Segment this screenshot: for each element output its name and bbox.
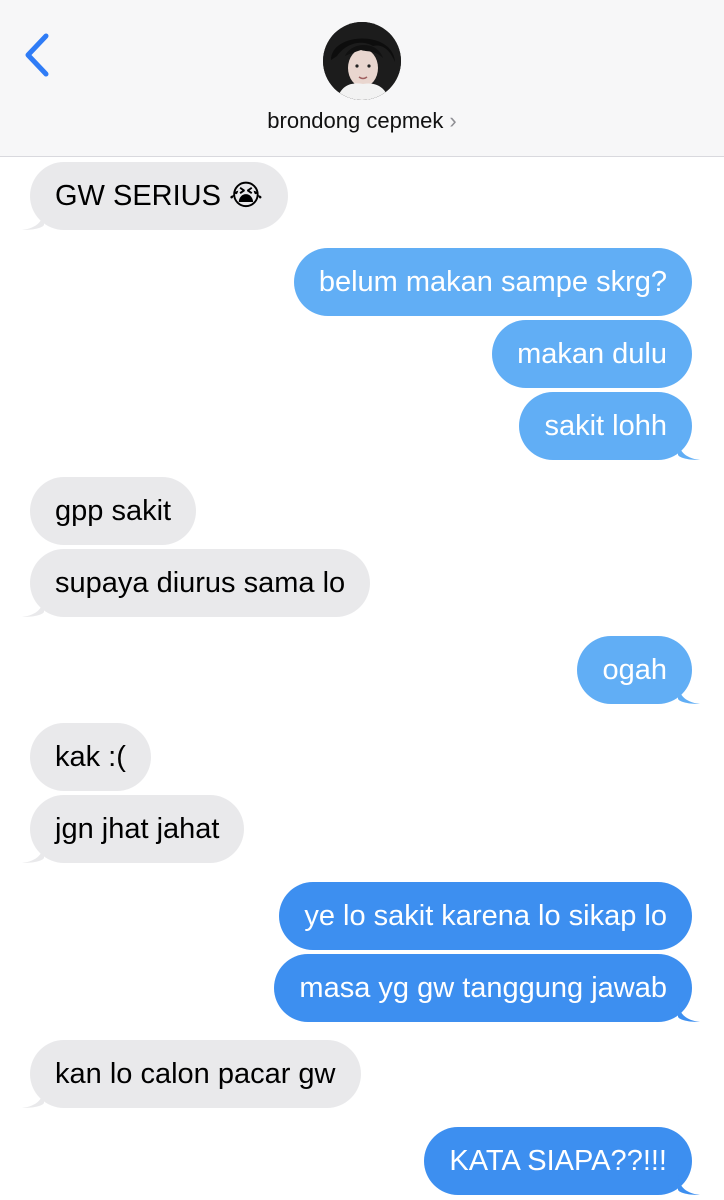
message-text: KATA SIAPA??!!! <box>449 1145 667 1177</box>
avatar-photo <box>323 22 401 100</box>
bubble-tail <box>678 1173 700 1195</box>
bubble-tail <box>22 841 44 863</box>
bubble-tail <box>678 682 700 704</box>
bubble-tail <box>678 1000 700 1022</box>
message-bubble-incoming[interactable]: kak :( <box>30 723 151 791</box>
message-text: masa yg gw tanggung jawab <box>299 972 667 1004</box>
chevron-right-icon: › <box>449 108 457 133</box>
message-bubble-outgoing[interactable]: makan dulu <box>492 320 692 388</box>
contact-name-button[interactable]: brondong cepmek › <box>0 108 724 134</box>
message-bubble-outgoing[interactable]: KATA SIAPA??!!! <box>424 1127 700 1195</box>
message-bubble-incoming[interactable]: gpp sakit <box>30 477 197 545</box>
bubble-tail <box>678 438 700 460</box>
message-text: supaya diurus sama lo <box>55 567 346 599</box>
message-text: gpp sakit <box>55 495 172 527</box>
message-bubble-incoming[interactable]: kan lo calon pacar gw <box>22 1040 361 1108</box>
message-text: ogah <box>602 654 667 686</box>
contact-name: brondong cepmek <box>267 108 444 133</box>
message-text: sakit lohh <box>544 410 667 442</box>
message-bubble-incoming[interactable]: jgn jhat jahat <box>22 795 245 863</box>
message-text: jgn jhat jahat <box>55 813 220 845</box>
contact-avatar[interactable] <box>323 22 401 100</box>
message-text: ye lo sakit karena lo sikap lo <box>304 900 667 932</box>
message-bubble-outgoing[interactable]: ogah <box>577 636 700 704</box>
message-bubble-incoming[interactable]: supaya diurus sama lo <box>22 549 371 617</box>
message-text: makan dulu <box>517 338 667 370</box>
chevron-left-icon <box>25 33 49 77</box>
bubble-tail <box>22 595 44 617</box>
conversation-header: brondong cepmek › <box>0 0 724 157</box>
back-button[interactable] <box>18 30 58 80</box>
bubble-tail <box>22 208 44 230</box>
message-bubble-outgoing[interactable]: masa yg gw tanggung jawab <box>274 954 700 1022</box>
bubble-tail <box>22 1086 44 1108</box>
message-bubble-outgoing[interactable]: sakit lohh <box>519 392 700 460</box>
message-text: belum makan sampe skrg? <box>318 266 667 298</box>
message-bubble-outgoing[interactable]: ye lo sakit karena lo sikap lo <box>279 882 692 950</box>
message-bubble-outgoing[interactable]: belum makan sampe skrg? <box>293 248 692 316</box>
message-bubble-incoming[interactable]: GW SERIUS 😭 <box>22 162 288 230</box>
message-text: kan lo calon pacar gw <box>55 1058 336 1090</box>
message-text: GW SERIUS 😭 <box>55 180 263 212</box>
message-thread[interactable]: GW SERIUS 😭 belum makan sampe skrg? maka… <box>0 157 724 1200</box>
message-text: kak :( <box>55 741 126 773</box>
